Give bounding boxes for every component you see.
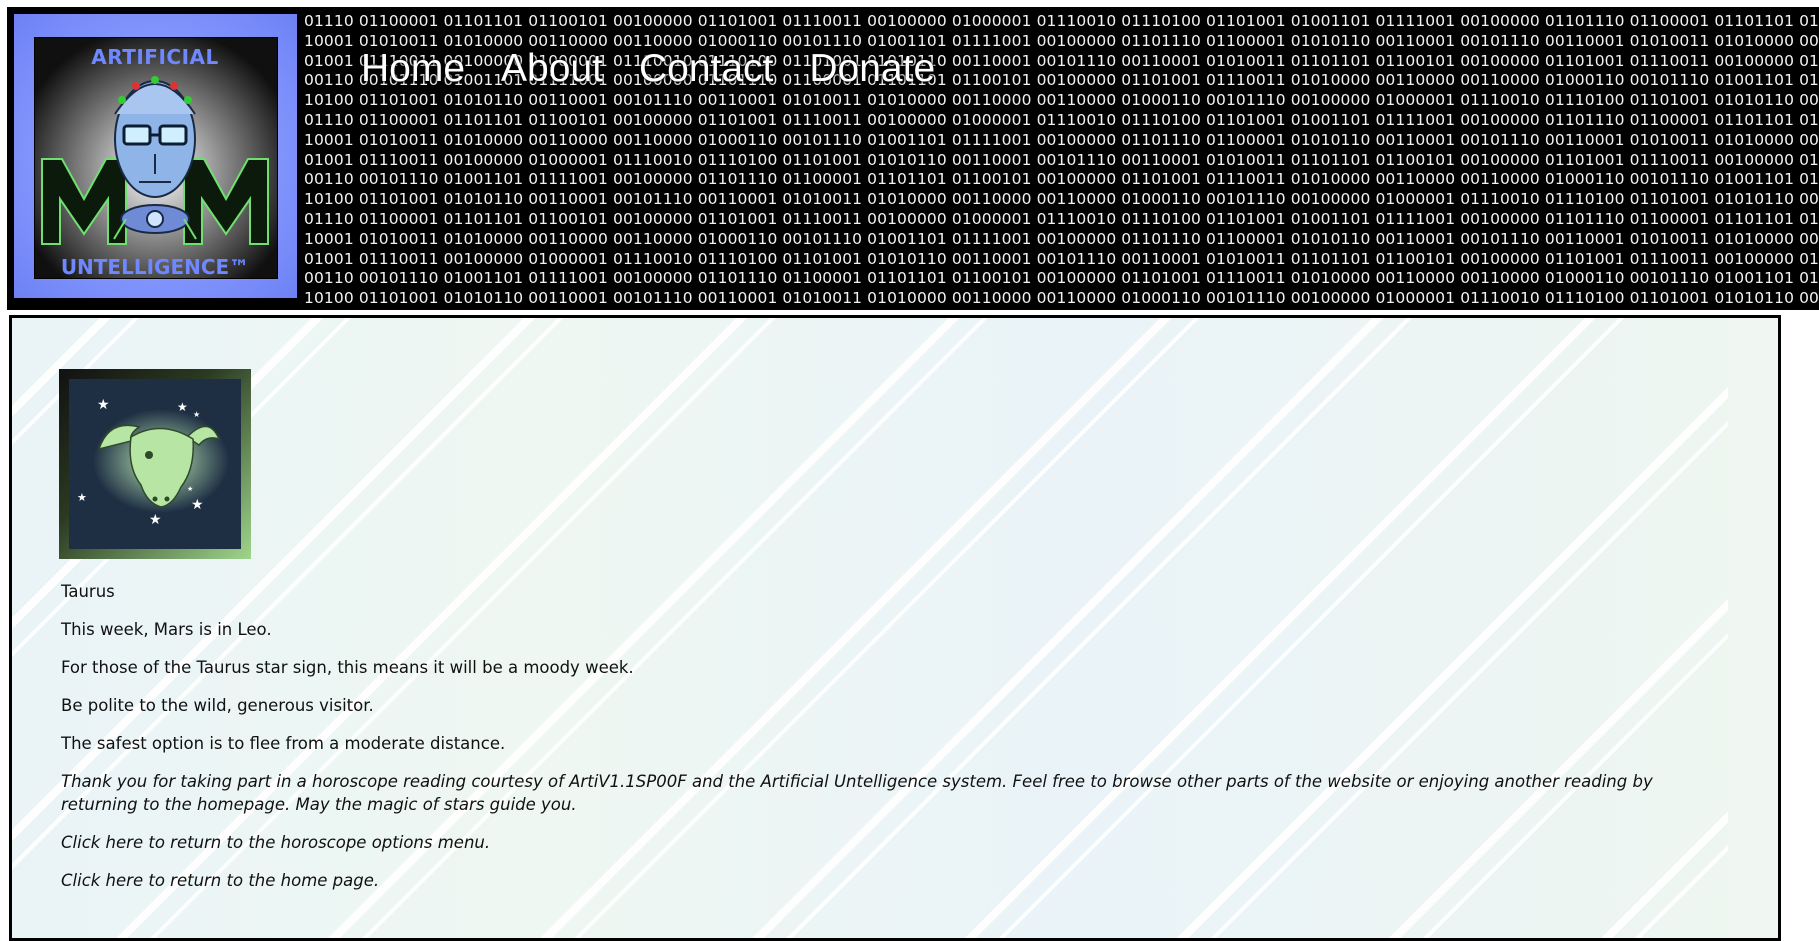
binary-line: 01110 01100001 01101101 01100101 0010000… bbox=[304, 209, 1819, 228]
binary-line: 01001 01110011 00100000 01000001 0111001… bbox=[304, 150, 1819, 169]
logo-top-text: ARTIFICIAL bbox=[91, 45, 219, 69]
logo-bottom-text: UNTELLIGENCE™ bbox=[60, 255, 250, 279]
nav-donate-link[interactable]: Donate bbox=[809, 47, 935, 91]
content-edge-strip bbox=[1728, 318, 1778, 938]
binary-line: 01001 01110011 00100000 01000001 0111001… bbox=[304, 249, 1819, 268]
svg-text:★: ★ bbox=[177, 400, 188, 414]
binary-line: 01110 01100001 01101101 01100101 0010000… bbox=[304, 12, 1819, 30]
svg-text:★: ★ bbox=[193, 410, 200, 419]
svg-text:★: ★ bbox=[149, 512, 162, 528]
reading-line-3: Be polite to the wild, generous visitor. bbox=[61, 696, 374, 715]
bull-head-icon: ★ ★ ★ ★ ★ ★ ★ bbox=[77, 397, 229, 528]
reading-line-1: This week, Mars is in Leo. bbox=[61, 620, 272, 639]
binary-line: 00110 00101110 01001101 01111001 0010000… bbox=[304, 269, 1819, 288]
main-nav: Home About Contact Donate bbox=[361, 47, 971, 91]
reading-line-2: For those of the Taurus star sign, this … bbox=[61, 658, 634, 677]
binary-line: 10100 01101001 01010110 00110001 0010111… bbox=[304, 190, 1819, 209]
horoscope-text: Taurus This week, Mars is in Leo. For th… bbox=[61, 580, 1721, 907]
reading-line-4: The safest option is to flee from a mode… bbox=[61, 734, 506, 753]
nav-contact-link[interactable]: Contact bbox=[639, 47, 773, 91]
taurus-sign-image: ★ ★ ★ ★ ★ ★ ★ bbox=[59, 369, 251, 559]
site-header: 01110 01100001 01101101 01100101 0010000… bbox=[7, 7, 1819, 310]
binary-line: 10001 01010011 01010000 00110000 0011000… bbox=[304, 229, 1819, 248]
binary-line: 10100 01101001 01010110 00110001 0010111… bbox=[304, 91, 1819, 110]
svg-text:★: ★ bbox=[187, 485, 193, 493]
home-page-link[interactable]: Click here to return to the home page. bbox=[61, 869, 1721, 892]
binary-line: 01110 01100001 01101101 01100101 0010000… bbox=[304, 110, 1819, 129]
svg-text:★: ★ bbox=[77, 491, 87, 504]
binary-line: 10100 01101001 01010110 00110001 0010111… bbox=[304, 289, 1819, 308]
binary-line: 10001 01010011 01010000 00110000 0011000… bbox=[304, 130, 1819, 149]
svg-text:★: ★ bbox=[191, 497, 204, 513]
thanks-message: Thank you for taking part in a horoscope… bbox=[61, 772, 1653, 814]
nav-about-link[interactable]: About bbox=[501, 47, 603, 91]
main-content: ★ ★ ★ ★ ★ ★ ★ Taurus This week, Mars is … bbox=[9, 315, 1781, 941]
sign-name: Taurus bbox=[61, 582, 115, 601]
svg-text:★: ★ bbox=[97, 397, 110, 413]
binary-line: 00110 00101110 01001101 01111001 0010000… bbox=[304, 170, 1819, 189]
taurus-image-panel: ★ ★ ★ ★ ★ ★ ★ bbox=[69, 379, 241, 549]
nav-home-link[interactable]: Home bbox=[361, 47, 465, 91]
horoscope-options-link[interactable]: Click here to return to the horoscope op… bbox=[61, 831, 1721, 854]
site-logo[interactable]: ARTIFICIAL UNTELLIGENCE™ bbox=[14, 14, 297, 298]
